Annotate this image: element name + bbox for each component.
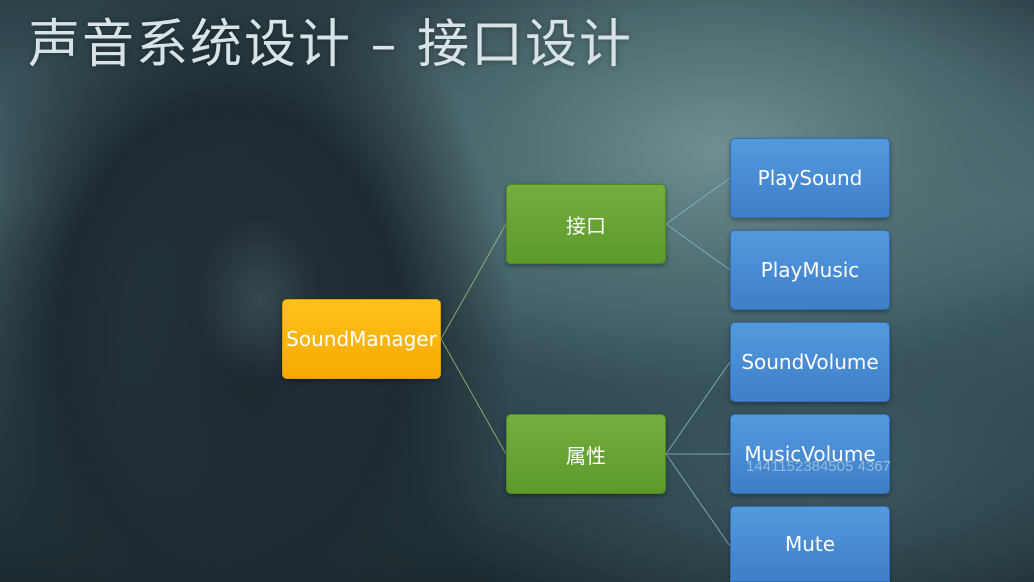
connector-properties-mute bbox=[665, 453, 731, 547]
node-playmusic: PlayMusic bbox=[730, 230, 890, 310]
connector-properties-soundvolume bbox=[665, 361, 731, 455]
connector-interface-playsound bbox=[665, 177, 731, 225]
node-interface: 接口 bbox=[506, 184, 666, 264]
connector-interface-playmusic bbox=[665, 223, 731, 271]
node-soundvolume: SoundVolume bbox=[730, 322, 890, 402]
watermark-text: 1441152384505 4367 bbox=[746, 458, 891, 475]
connector-root-properties bbox=[440, 338, 507, 455]
node-musicvolume: MusicVolume bbox=[730, 414, 890, 494]
node-playsound: PlaySound bbox=[730, 138, 890, 218]
node-soundmanager: SoundManager bbox=[282, 299, 441, 379]
connector-root-interface bbox=[440, 223, 507, 340]
node-mute: Mute bbox=[730, 506, 890, 582]
node-properties: 属性 bbox=[506, 414, 666, 494]
slide: 声音系统设计 – 接口设计 SoundManager 接口 属性 PlaySou… bbox=[0, 0, 1034, 582]
